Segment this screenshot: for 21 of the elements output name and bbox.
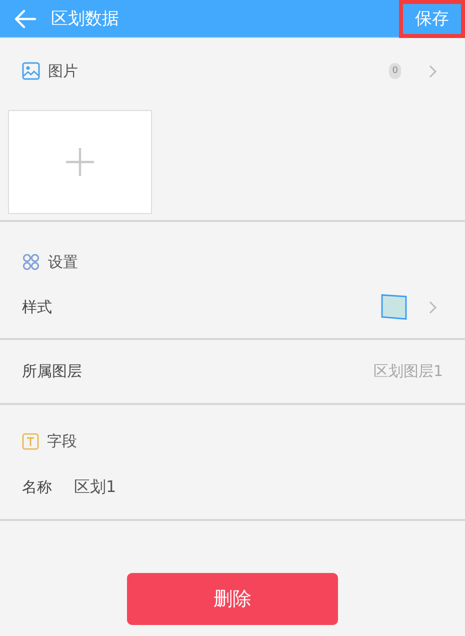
plus-icon — [65, 147, 95, 177]
delete-button[interactable]: 删除 — [127, 573, 338, 625]
style-label: 样式 — [22, 298, 52, 316]
image-icon — [22, 62, 40, 80]
save-button[interactable]: 保存 — [399, 0, 465, 38]
layer-value: 区划图层1 — [373, 362, 443, 381]
chevron-icon[interactable] — [429, 64, 437, 78]
style-swatch[interactable] — [381, 294, 407, 320]
section-heading: 图片 — [48, 62, 78, 80]
back-icon[interactable] — [13, 8, 37, 28]
section-heading: 字段 — [47, 432, 77, 450]
screen-title: 区划数据 — [51, 8, 119, 30]
chevron-icon[interactable] — [429, 300, 437, 314]
section-heading: 设置 — [48, 252, 78, 272]
field-value[interactable]: 区划1 — [74, 476, 116, 498]
layer-label: 所属图层 — [22, 362, 82, 381]
photo-count: 0 — [389, 63, 401, 79]
grid-icon — [22, 253, 40, 271]
text-field-icon — [22, 432, 39, 450]
add-photo-button[interactable] — [8, 110, 152, 214]
field-label: 名称 — [22, 478, 52, 496]
